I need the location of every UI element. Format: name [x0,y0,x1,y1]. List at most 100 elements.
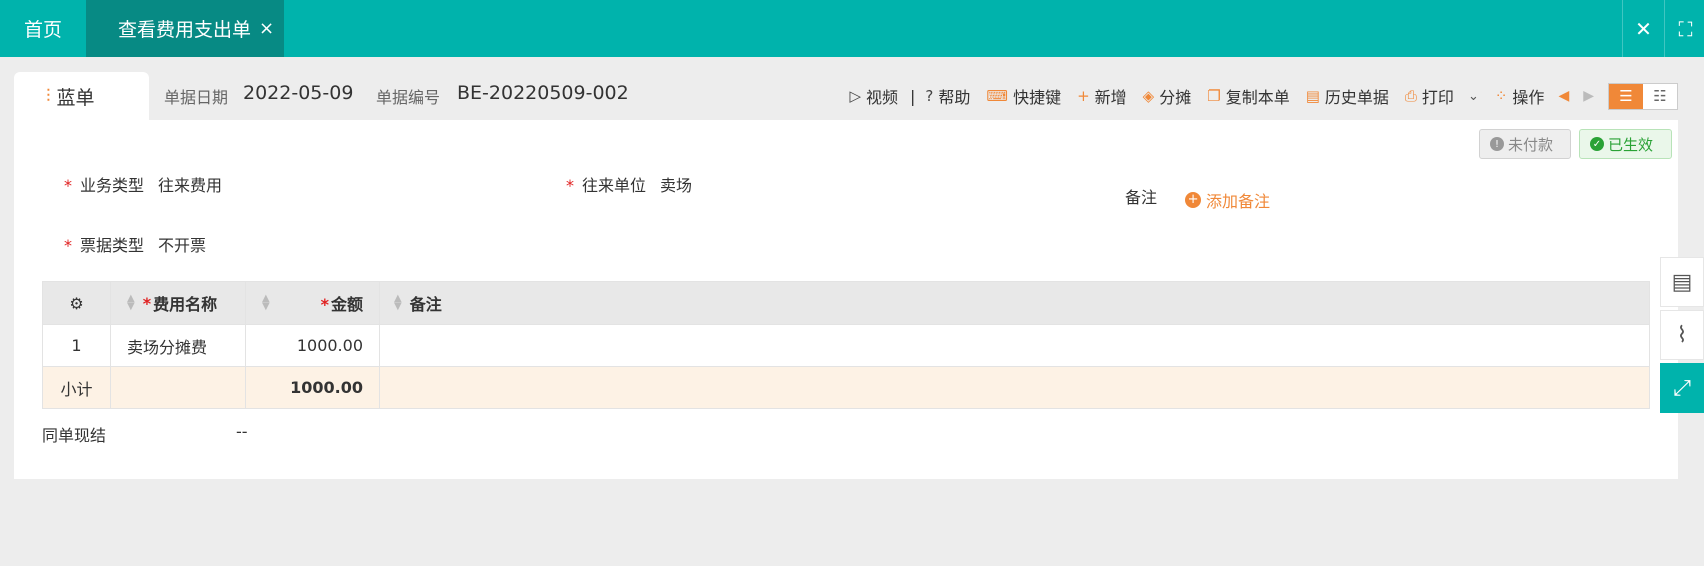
tab-home[interactable]: 首页 [0,0,86,57]
column-header-name[interactable]: ▲ ▼ * 费用名称 [111,282,246,324]
sort-icon: ▲ ▼ [127,293,135,312]
expand-icon[interactable]: ⤢ [1660,363,1704,413]
right-float-panel: ▤ ⌇ ⤢ [1660,257,1704,416]
expense-name-cell[interactable]: 卖场分摊费 [111,325,246,366]
table-header: ⚙ ▲ ▼ * 费用名称 ▲ ▼ * 金额 ▲ ▼ 备注 [43,282,1649,324]
invoice-type-value: 不开票 [158,236,207,255]
detail-view-icon[interactable]: ☷ [1643,83,1677,109]
partner-value: 卖场 [660,176,693,195]
card-header: ⫶ 蓝单 单据日期 2022-05-09 单据编号 BE-20220509-00… [14,72,1678,120]
history-button[interactable]: ▤ 历史单据 [1306,84,1389,108]
invoice-type-field: * 票据类型 不开票 [64,232,206,256]
status-badge-effective: ✓ 已生效 [1579,129,1672,159]
help-label: 帮助 [938,88,971,107]
allocate-button[interactable]: ◈ 分摊 [1143,84,1192,108]
attachment-icon[interactable]: ⌇ [1660,310,1704,360]
toolbar: ▷ 视频 | ? 帮助 ⌨ 快捷键 + 新增 ◈ 分摊 ❐ 复制本单 ▤ 历史单… [833,80,1678,112]
business-type-label: 业务类型 [80,176,145,195]
list-view-icon[interactable]: ☰ [1609,83,1643,109]
expense-table: ⚙ ▲ ▼ * 费用名称 ▲ ▼ * 金额 ▲ ▼ 备注 1 卖场分摊费 1000.00… [42,281,1650,409]
invoice-type-label: 票据类型 [80,236,145,255]
tab-view-expense-bill[interactable]: 查看费用支出单 × [86,0,284,57]
settle-value: -- [236,422,248,441]
plus-circle-icon: + [1185,191,1202,208]
amount-cell[interactable]: 1000.00 [246,325,380,366]
sort-icon: ▲ ▼ [262,293,270,312]
table-row[interactable]: 1 卖场分摊费 1000.00 [43,324,1649,366]
business-type-value: 往来费用 [158,176,223,195]
doc-tab-blue-bill[interactable]: ⫶ 蓝单 [14,72,149,120]
video-button[interactable]: ▷ 视频 [849,84,898,108]
video-label: 视频 [866,88,899,107]
doc-tab-label: 蓝单 [56,86,95,109]
copy-bill-button[interactable]: ❐ 复制本单 [1207,84,1289,108]
required-mark: * [142,293,152,313]
column-header-note[interactable]: ▲ ▼ 备注 [380,282,1649,324]
document-icon: ▤ [1305,87,1320,105]
column-settings-icon[interactable]: ⚙ [43,282,111,324]
copy-icon: ❐ [1207,87,1221,105]
required-mark: * [64,236,72,255]
view-toggle: ☰ ☷ [1608,82,1678,110]
partner-label: 往来单位 [582,176,647,195]
printer-icon: ⎙ [1404,87,1417,105]
add-note-button[interactable]: + 添加备注 [1171,188,1270,212]
bill-card: ⫶ 蓝单 单据日期 2022-05-09 单据编号 BE-20220509-00… [14,72,1678,479]
toolbar-divider: | [910,86,916,106]
subtotal-note-cell [380,367,1649,408]
top-tab-bar: 首页 查看费用支出单 × ✕ ⛶ [0,0,1704,57]
notes-icon[interactable]: ▤ [1660,257,1704,307]
chevron-down-icon[interactable]: ⌄ [1468,89,1479,104]
required-mark: * [566,176,574,195]
status-badge-unpaid: ! 未付款 [1479,129,1571,159]
keyboard-icon: ⌨ [986,87,1009,105]
tab-label: 查看费用支出单 [118,19,252,41]
column-header-amount[interactable]: ▲ ▼ * 金额 [246,282,380,324]
note-label: 备注 [1125,188,1158,207]
copy-label: 复制本单 [1225,88,1290,107]
operation-button[interactable]: ⁘ 操作 [1495,84,1545,108]
column-label: 金额 [330,295,363,314]
shortcut-button[interactable]: ⌨ 快捷键 [986,84,1061,108]
business-type-field: * 业务类型 往来费用 [64,172,222,196]
check-icon: ✓ [1590,137,1604,151]
grid-icon: ⁘ [1494,87,1508,105]
subtotal-label: 小计 [43,367,111,408]
chart-icon: ⫶ [46,85,51,107]
prev-arrow-icon[interactable]: ◀ [1558,88,1569,104]
close-all-icon[interactable]: ✕ [1622,0,1664,57]
allocate-icon: ◈ [1142,87,1155,105]
note-field: 备注 + 添加备注 [1125,184,1270,212]
print-button[interactable]: ⎙ 打印 ⌄ [1405,84,1479,108]
next-arrow-icon[interactable]: ▶ [1583,88,1594,104]
date-label: 单据日期 [164,88,229,107]
row-index: 1 [43,325,111,366]
tab-close-icon[interactable]: × [259,18,274,39]
plus-icon: + [1077,87,1090,105]
required-mark: * [64,176,72,195]
add-note-label: 添加备注 [1206,191,1271,211]
print-label: 打印 [1421,88,1454,107]
date-value: 2022-05-09 [243,82,354,104]
allocate-label: 分摊 [1159,88,1192,107]
history-label: 历史单据 [1324,88,1389,107]
subtotal-empty-cell [111,367,246,408]
shortcut-label: 快捷键 [1013,88,1062,107]
column-label: 备注 [409,295,442,314]
help-icon: ? [925,87,934,105]
exclamation-icon: ! [1490,137,1504,151]
add-button[interactable]: + 新增 [1077,84,1127,108]
effective-label: 已生效 [1608,135,1654,154]
add-label: 新增 [1094,88,1127,107]
column-label: 费用名称 [153,295,218,314]
settle-label: 同单现结 [42,426,107,445]
fullscreen-icon[interactable]: ⛶ [1664,0,1704,57]
note-cell[interactable] [380,325,1649,366]
required-mark: * [320,295,329,314]
unpaid-label: 未付款 [1508,135,1554,154]
sort-icon: ▲ ▼ [394,293,402,312]
number-label: 单据编号 [376,88,441,107]
help-button[interactable]: ? 帮助 [925,84,970,108]
subtotal-row: 小计 1000.00 [43,366,1649,408]
number-value: BE-20220509-002 [457,82,629,104]
